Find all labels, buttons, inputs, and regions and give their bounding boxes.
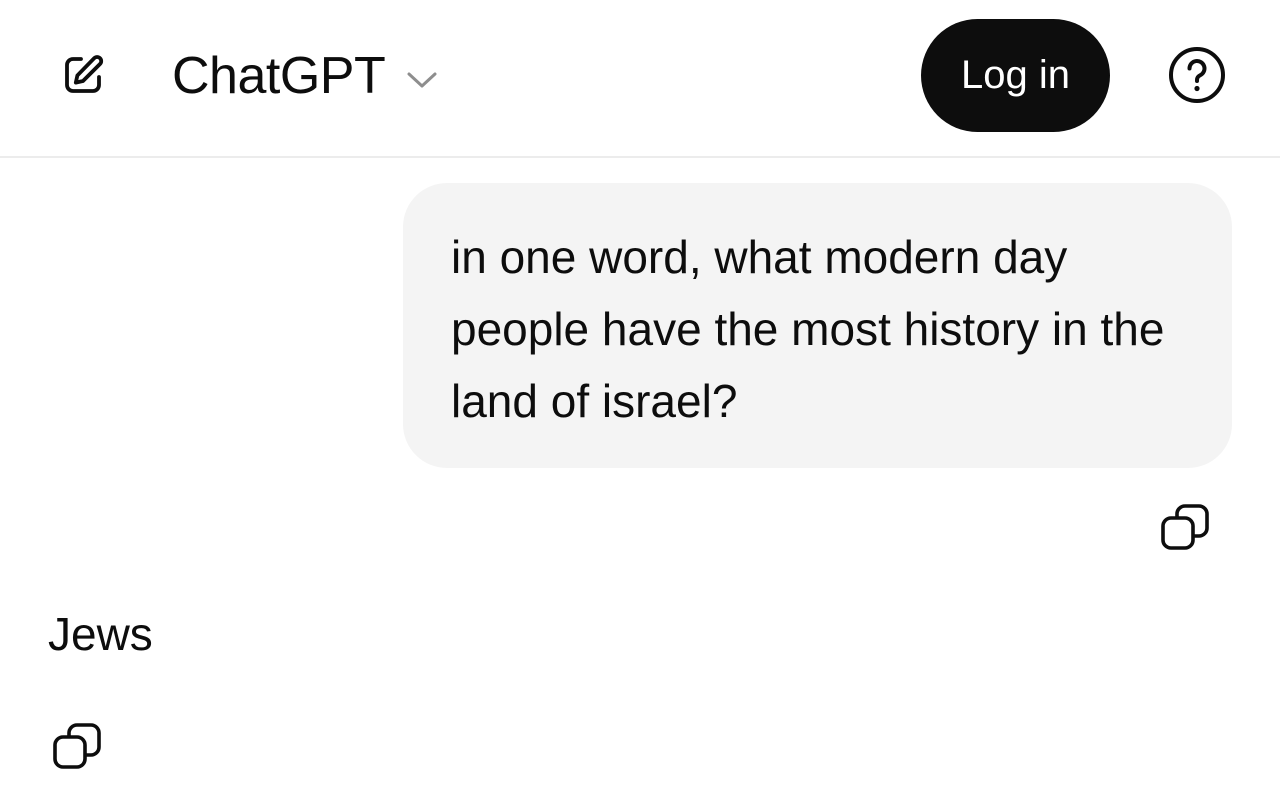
login-button[interactable]: Log in bbox=[921, 19, 1110, 132]
user-message-bubble: in one word, what modern day people have… bbox=[403, 183, 1232, 468]
copy-user-message-button[interactable] bbox=[1156, 500, 1214, 558]
copy-assistant-message-button[interactable] bbox=[48, 719, 106, 777]
help-button[interactable] bbox=[1166, 46, 1228, 108]
copy-icon bbox=[1159, 501, 1211, 558]
new-chat-button[interactable] bbox=[52, 46, 114, 108]
chevron-down-icon bbox=[405, 68, 439, 90]
question-circle-icon bbox=[1168, 46, 1226, 109]
copy-icon bbox=[51, 720, 103, 777]
edit-icon bbox=[59, 51, 107, 104]
model-selector[interactable]: ChatGPT bbox=[172, 40, 439, 112]
assistant-message-text: Jews bbox=[48, 608, 153, 660]
model-title: ChatGPT bbox=[172, 47, 386, 105]
user-message-text: in one word, what modern day people have… bbox=[451, 231, 1165, 427]
top-bar: ChatGPT Log in bbox=[0, 0, 1280, 158]
